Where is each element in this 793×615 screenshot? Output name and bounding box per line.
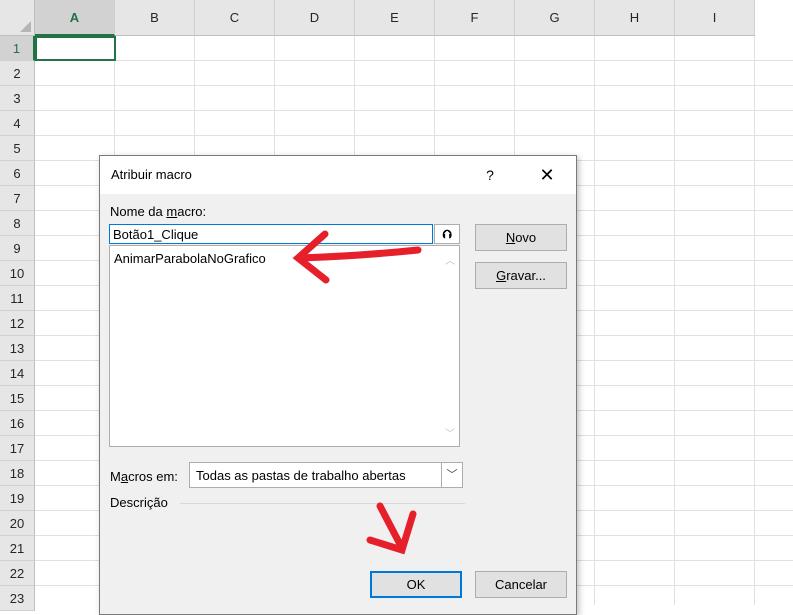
macro-name-label: Nome da macro: — [110, 204, 207, 219]
column-header-d[interactable]: D — [275, 0, 355, 36]
macros-in-label: Macros em: — [110, 469, 178, 484]
description-divider — [180, 503, 465, 504]
row-header[interactable]: 17 — [0, 436, 35, 461]
row-header[interactable]: 18 — [0, 461, 35, 486]
description-label: Descrição — [110, 495, 168, 510]
dialog-titlebar[interactable]: Atribuir macro ? ✕ — [100, 156, 576, 194]
row-header[interactable]: 12 — [0, 311, 35, 336]
scroll-up-icon[interactable]: ︿ — [445, 252, 455, 267]
scroll-down-icon[interactable]: ﹀ — [445, 425, 455, 440]
row-header[interactable]: 4 — [0, 111, 35, 136]
row-header[interactable]: 21 — [0, 536, 35, 561]
row-header[interactable]: 23 — [0, 586, 35, 611]
row-header[interactable]: 1 — [0, 36, 35, 61]
assign-macro-dialog: Atribuir macro ? ✕ Nome da macro: ⮉ Anim… — [99, 155, 577, 615]
column-header-b[interactable]: B — [115, 0, 195, 36]
close-icon[interactable]: ✕ — [533, 162, 561, 188]
row-header[interactable]: 7 — [0, 186, 35, 211]
column-header-g[interactable]: G — [515, 0, 595, 36]
dialog-title: Atribuir macro — [111, 167, 192, 182]
cancel-button[interactable]: Cancelar — [475, 571, 567, 598]
row-header[interactable]: 15 — [0, 386, 35, 411]
row-header[interactable]: 22 — [0, 561, 35, 586]
list-item[interactable]: AnimarParabolaNoGrafico — [114, 251, 266, 266]
macros-in-value: Todas as pastas de trabalho abertas — [196, 468, 406, 483]
row-header[interactable]: 3 — [0, 86, 35, 111]
macros-in-select[interactable]: Todas as pastas de trabalho abertas ﹀ — [189, 462, 463, 488]
row-header[interactable]: 11 — [0, 286, 35, 311]
row-header[interactable]: 13 — [0, 336, 35, 361]
collapse-dialog-icon[interactable]: ⮉ — [434, 224, 460, 244]
record-button[interactable]: Gravar... — [475, 262, 567, 289]
help-icon[interactable]: ? — [480, 164, 500, 186]
row-header[interactable]: 5 — [0, 136, 35, 161]
column-header-f[interactable]: F — [435, 0, 515, 36]
row-header[interactable]: 9 — [0, 236, 35, 261]
row-header[interactable]: 14 — [0, 361, 35, 386]
row-header[interactable]: 19 — [0, 486, 35, 511]
row-header[interactable]: 2 — [0, 61, 35, 86]
column-header-c[interactable]: C — [195, 0, 275, 36]
column-header-i[interactable]: I — [675, 0, 755, 36]
select-all-corner[interactable] — [0, 0, 35, 36]
column-header-h[interactable]: H — [595, 0, 675, 36]
active-cell-a1[interactable] — [35, 36, 116, 61]
new-button[interactable]: Novo — [475, 224, 567, 251]
column-headers: A B C D E F G H I — [35, 0, 755, 36]
macro-list[interactable]: AnimarParabolaNoGrafico ︿ ﹀ — [109, 245, 460, 447]
row-header[interactable]: 20 — [0, 511, 35, 536]
macro-name-input[interactable] — [109, 224, 433, 244]
chevron-down-icon[interactable]: ﹀ — [441, 463, 462, 487]
row-header[interactable]: 8 — [0, 211, 35, 236]
row-header[interactable]: 6 — [0, 161, 35, 186]
column-header-a[interactable]: A — [35, 0, 115, 36]
column-header-e[interactable]: E — [355, 0, 435, 36]
row-headers: 1 2 3 4 5 6 7 8 9 10 11 12 13 14 15 16 1… — [0, 36, 35, 611]
ok-button[interactable]: OK — [370, 571, 462, 598]
row-header[interactable]: 10 — [0, 261, 35, 286]
row-header[interactable]: 16 — [0, 411, 35, 436]
